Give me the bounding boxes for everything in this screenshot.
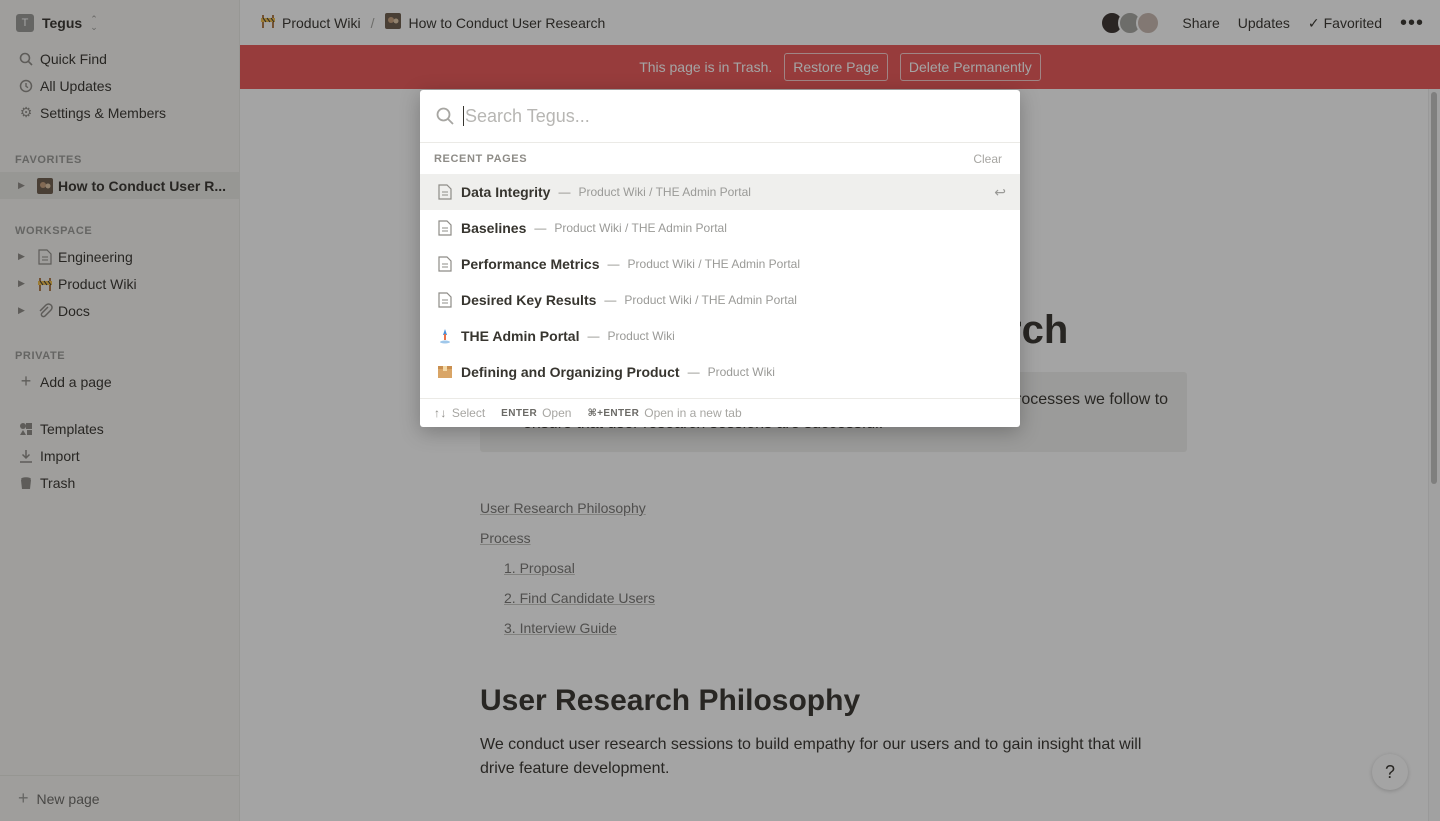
hint-open: ENTER Open — [501, 406, 571, 420]
search-icon — [435, 106, 455, 126]
result-separator: — — [587, 329, 600, 343]
search-input[interactable] — [465, 105, 985, 127]
hint-new-tab: ⌘+ENTER Open in a new tab — [587, 406, 741, 420]
result-path: Product Wiki / THE Admin Portal — [578, 185, 751, 199]
search-bar — [420, 90, 1020, 143]
page-icon — [437, 255, 453, 273]
box-icon — [437, 363, 453, 381]
enter-return-icon: ↩ — [994, 183, 1006, 200]
page-icon — [437, 291, 453, 309]
hint-label: Open — [542, 406, 572, 420]
result-path: Product Wiki — [607, 329, 675, 343]
result-separator: — — [604, 293, 617, 307]
result-title: Defining and Organizing Product — [461, 364, 680, 380]
result-path: Product Wiki / THE Admin Portal — [554, 221, 727, 235]
search-result[interactable]: THE Admin Portal — Product Wiki — [420, 318, 1020, 354]
clear-button[interactable]: Clear — [973, 152, 1002, 166]
result-separator: — — [558, 185, 571, 199]
result-separator: — — [534, 221, 547, 235]
hint-select: ↑↓ Select — [434, 406, 485, 420]
quick-find-modal: RECENT PAGES Clear Data Integrity — Prod… — [420, 90, 1020, 427]
search-result[interactable]: Data Integrity — Product Wiki / THE Admi… — [420, 174, 1020, 210]
result-title: Data Integrity — [461, 184, 551, 200]
portal-icon — [437, 327, 453, 345]
hint-key: ENTER — [501, 407, 538, 419]
search-result[interactable]: Performance Metrics — Product Wiki / THE… — [420, 246, 1020, 282]
result-title: Desired Key Results — [461, 292, 597, 308]
arrow-keys-icon: ↑↓ — [434, 406, 447, 420]
recent-pages-header: RECENT PAGES — [434, 153, 528, 165]
page-icon — [437, 219, 453, 237]
page-icon — [437, 183, 453, 201]
result-path: Product Wiki / THE Admin Portal — [627, 257, 801, 271]
search-result[interactable]: Defining and Organizing Product — Produc… — [420, 354, 1020, 390]
result-title: Baselines — [461, 220, 527, 236]
result-title: Performance Metrics — [461, 256, 600, 272]
hint-key: ⌘+ENTER — [587, 407, 640, 419]
hint-label: Select — [451, 406, 486, 420]
search-result[interactable]: Baselines — Product Wiki / THE Admin Por… — [420, 210, 1020, 246]
result-path: Product Wiki — [707, 365, 775, 379]
text-cursor — [463, 106, 464, 126]
result-path: Product Wiki / THE Admin Portal — [624, 293, 797, 307]
result-separator: — — [687, 365, 700, 379]
search-result[interactable]: Desired Key Results — Product Wiki / THE… — [420, 282, 1020, 318]
keyboard-hints: ↑↓ Select ENTER Open ⌘+ENTER Open in a n… — [420, 398, 1020, 427]
result-separator: — — [607, 257, 620, 271]
hint-label: Open in a new tab — [644, 406, 742, 420]
result-title: THE Admin Portal — [461, 328, 580, 344]
